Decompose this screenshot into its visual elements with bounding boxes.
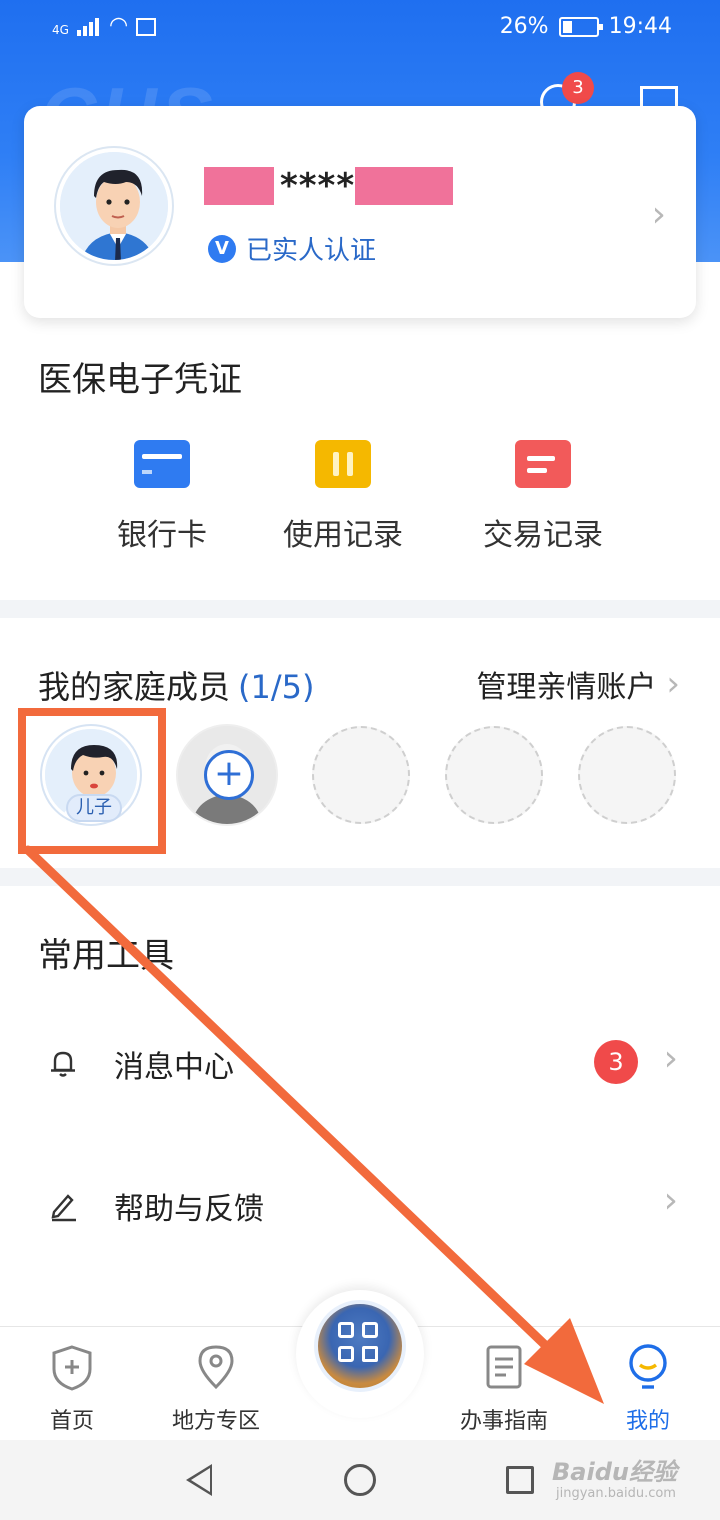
transaction-record-label: 交易记录 — [483, 518, 603, 553]
verification-label: 已实人认证 — [246, 236, 377, 266]
verification-status: V 已实人认证 — [208, 230, 376, 267]
add-member-button[interactable]: + — [204, 750, 254, 800]
tab-local-zone-label: 地方专区 — [171, 1409, 260, 1434]
bank-card-icon — [134, 440, 190, 488]
qr-code-icon — [338, 1322, 382, 1366]
empty-member-slot[interactable] — [445, 726, 543, 824]
image-icon — [136, 18, 157, 36]
tools-section-title: 常用工具 — [38, 936, 174, 976]
section-divider — [0, 868, 720, 886]
battery-percent: 26% — [499, 14, 549, 39]
message-center-badge: 3 — [594, 1040, 638, 1084]
bank-card-button[interactable]: 银行卡 — [112, 440, 212, 554]
empty-member-slot[interactable] — [578, 726, 676, 824]
section-divider — [0, 600, 720, 618]
bell-icon — [51, 1051, 75, 1077]
bank-card-label: 银行卡 — [117, 518, 207, 553]
help-feedback-label: 帮助与反馈 — [114, 1192, 264, 1227]
masked-name: **** — [204, 166, 454, 206]
transaction-record-icon — [515, 440, 571, 488]
redaction-block — [204, 167, 274, 205]
family-section-title: 我的家庭成员 (1/5) — [38, 662, 314, 708]
chevron-right-icon: › — [663, 1038, 678, 1079]
tab-mine[interactable]: 我的 — [588, 1343, 708, 1435]
smile-profile-icon — [629, 1344, 667, 1389]
clock: 19:44 — [608, 14, 672, 39]
chevron-right-icon: › — [666, 664, 680, 704]
usage-record-icon — [315, 440, 371, 488]
name-stars: **** — [280, 166, 356, 206]
tab-service-guide[interactable]: 办事指南 — [444, 1343, 564, 1435]
usage-record-button[interactable]: 使用记录 — [278, 440, 408, 554]
location-pin-icon — [198, 1345, 234, 1390]
voucher-section-title: 医保电子凭证 — [38, 360, 242, 400]
baidu-watermark: Baidu经验 — [552, 1458, 677, 1486]
avatar-illustration — [60, 152, 168, 260]
tab-home-label: 首页 — [49, 1409, 94, 1434]
profile-card[interactable]: **** V 已实人认证 › — [24, 106, 696, 318]
network-label: 4G — [52, 23, 69, 37]
signal-icon — [76, 16, 101, 36]
shield-plus-icon — [52, 1345, 92, 1391]
tab-home[interactable]: 首页 — [12, 1343, 132, 1435]
status-right: 26% 19:44 — [500, 14, 672, 39]
annotation-highlight-box — [18, 708, 166, 854]
chevron-right-icon: › — [663, 1180, 678, 1221]
tab-mine-label: 我的 — [625, 1409, 670, 1434]
verified-icon: V — [208, 234, 236, 263]
manage-family-account-link[interactable]: 管理亲情账户 › — [476, 662, 680, 706]
tab-local-zone[interactable]: 地方专区 — [156, 1343, 276, 1435]
recent-apps-icon[interactable] — [506, 1466, 534, 1494]
avatar — [56, 148, 172, 264]
family-title-text: 我的家庭成员 — [38, 668, 231, 706]
chevron-right-icon: › — [651, 194, 666, 235]
home-icon[interactable] — [344, 1464, 376, 1496]
wifi-icon: ◠ — [108, 13, 129, 38]
redaction-block — [355, 167, 454, 205]
tab-service-guide-label: 办事指南 — [459, 1409, 548, 1434]
baidu-watermark-url: jingyan.baidu.com — [556, 1486, 676, 1501]
empty-member-slot[interactable] — [312, 726, 410, 824]
help-feedback-row[interactable]: 帮助与反馈 › — [0, 1168, 720, 1248]
status-left: 4G ◠ — [52, 13, 157, 38]
manage-family-label: 管理亲情账户 — [476, 670, 657, 705]
status-bar: 4G ◠ 26% 19:44 — [0, 0, 720, 56]
message-badge: 3 — [562, 72, 594, 104]
transaction-record-button[interactable]: 交易记录 — [478, 440, 608, 554]
document-icon — [486, 1345, 522, 1389]
message-center-label: 消息中心 — [114, 1050, 234, 1085]
back-icon-inner — [191, 1468, 210, 1492]
battery-icon — [558, 16, 603, 37]
pen-icon — [51, 1194, 76, 1222]
usage-record-label: 使用记录 — [283, 518, 403, 553]
message-center-row[interactable]: 消息中心 3 › — [0, 1026, 720, 1106]
family-count: (1/5) — [238, 668, 315, 706]
